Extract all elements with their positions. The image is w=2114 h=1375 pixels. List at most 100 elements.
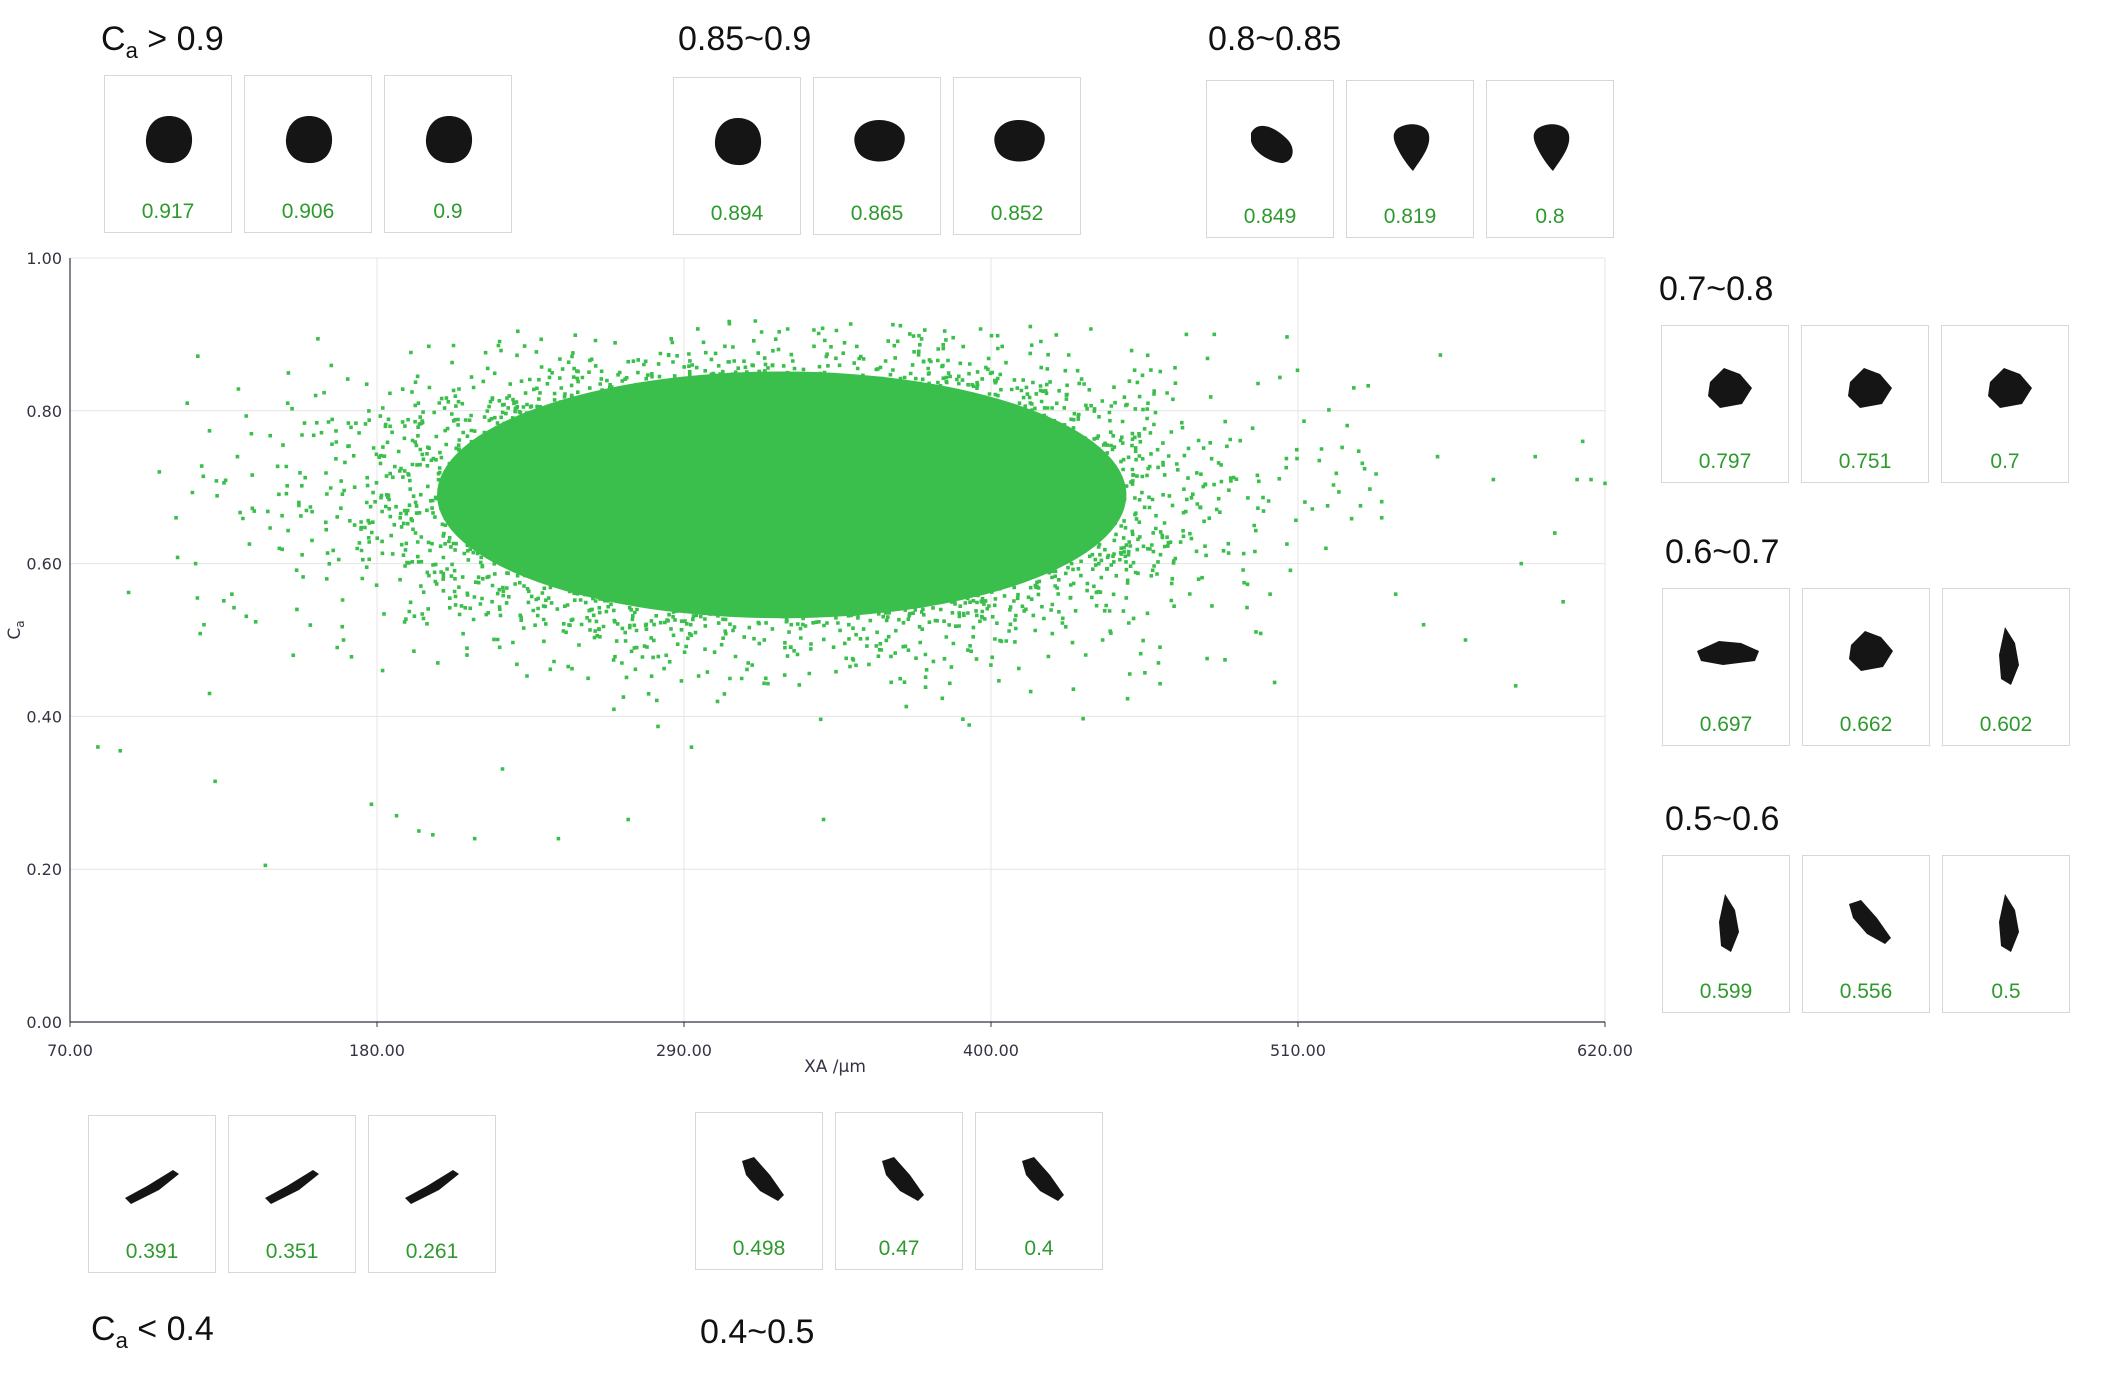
particle-thumbnail: 0.47 bbox=[835, 1112, 963, 1270]
particle-image bbox=[1251, 125, 1293, 163]
particle-thumbnail: 0.697 bbox=[1662, 588, 1790, 746]
particle-image bbox=[125, 1170, 179, 1204]
particle-thumbnail: 0.849 bbox=[1206, 80, 1334, 238]
particle-image bbox=[1988, 368, 2032, 408]
scatter-point bbox=[1212, 332, 1217, 337]
particle-value: 0.391 bbox=[125, 1240, 179, 1263]
particle-thumbnail: 0.894 bbox=[673, 77, 801, 235]
particle-thumbnail: 0.4 bbox=[975, 1112, 1103, 1270]
thumb-row-g08: 0.849 0.819 0.8 bbox=[1206, 80, 1614, 238]
group-title-glt04: Ca < 0.4 bbox=[91, 1310, 214, 1354]
particle-silhouette bbox=[1999, 894, 2019, 952]
particle-value: 0.662 bbox=[1839, 713, 1893, 736]
scatter-point bbox=[249, 431, 254, 436]
group-title-g05: 0.5~0.6 bbox=[1665, 800, 1779, 839]
particle-thumbnail: 0.351 bbox=[228, 1115, 356, 1273]
group-label: 0.4~0.5 bbox=[700, 1313, 815, 1351]
particle-thumbnail: 0.8 bbox=[1486, 80, 1614, 238]
particle-image bbox=[854, 119, 905, 162]
particle-thumbnail: 0.797 bbox=[1661, 325, 1789, 483]
scatter-point bbox=[431, 833, 435, 837]
particle-value: 0.498 bbox=[732, 1237, 786, 1260]
particle-thumbnail: 0.819 bbox=[1346, 80, 1474, 238]
scatter-point bbox=[369, 802, 374, 807]
particle-value: 0.599 bbox=[1699, 980, 1753, 1003]
scatter-point bbox=[1533, 454, 1538, 459]
x-tick-label: 70.00 bbox=[47, 1041, 93, 1060]
particle-image bbox=[1708, 368, 1752, 408]
particle-thumbnail: 0.9 bbox=[384, 75, 512, 233]
particle-value: 0.697 bbox=[1699, 713, 1753, 736]
particle-image bbox=[1719, 894, 1739, 952]
y-tick-label: 0.80 bbox=[26, 402, 62, 421]
thumb-row-g04: 0.498 0.47 0.4 bbox=[695, 1112, 1103, 1270]
particle-value: 0.5 bbox=[1991, 980, 2021, 1003]
particle-silhouette bbox=[1848, 368, 1892, 408]
thumb-row-gt09: 0.917 0.906 0.9 bbox=[104, 75, 512, 233]
group-title-g08: 0.8~0.85 bbox=[1208, 20, 1341, 59]
particle-thumbnail: 0.906 bbox=[244, 75, 372, 233]
symbol-c: C bbox=[91, 1310, 116, 1348]
group-title-g06: 0.6~0.7 bbox=[1665, 533, 1779, 572]
particle-silhouette bbox=[1022, 1157, 1064, 1201]
scatter-point bbox=[174, 515, 178, 520]
particle-value: 0.4 bbox=[1024, 1237, 1054, 1260]
scatter-point bbox=[626, 817, 630, 822]
scatter-point bbox=[207, 691, 212, 696]
y-tick-label: 0.20 bbox=[26, 860, 62, 879]
particle-silhouette bbox=[854, 119, 905, 162]
particle-image bbox=[1849, 631, 1893, 671]
y-tick-label: 1.00 bbox=[26, 249, 62, 268]
particle-silhouette bbox=[1849, 631, 1893, 671]
axes: 70.00 180.00 290.00 400.00 510.00 620.00 0.00 0… bbox=[26, 249, 1633, 1060]
group-label: 0.9 bbox=[176, 20, 224, 58]
particle-image bbox=[714, 118, 762, 166]
particle-image bbox=[425, 116, 473, 164]
scatter-point bbox=[1435, 454, 1440, 459]
particle-silhouette bbox=[1533, 124, 1570, 171]
scatter-point bbox=[157, 470, 162, 474]
scatter-point bbox=[291, 653, 296, 658]
particle-image bbox=[1999, 627, 2019, 685]
particle-image bbox=[1022, 1157, 1064, 1201]
scatter-point bbox=[1324, 546, 1328, 551]
group-prefix: > bbox=[147, 20, 177, 58]
particle-silhouette bbox=[882, 1157, 924, 1201]
particle-thumbnail: 0.865 bbox=[813, 77, 941, 235]
particle-thumbnail: 0.5 bbox=[1942, 855, 2070, 1013]
scatter-point bbox=[1100, 638, 1105, 642]
scatter-point bbox=[1561, 600, 1565, 604]
particle-value: 0.556 bbox=[1839, 980, 1893, 1003]
particle-silhouette bbox=[1999, 627, 2019, 685]
scatter-point bbox=[96, 745, 100, 749]
particle-silhouette bbox=[1988, 368, 2032, 408]
thumb-row-g07: 0.797 0.751 0.7 bbox=[1661, 325, 2069, 483]
particle-thumbnail: 0.391 bbox=[88, 1115, 216, 1273]
scatter-point bbox=[277, 546, 282, 551]
scatter-point bbox=[1552, 531, 1557, 535]
particle-silhouette bbox=[714, 118, 762, 166]
group-title-g085: 0.85~0.9 bbox=[678, 20, 811, 59]
particle-value: 0.261 bbox=[405, 1240, 459, 1263]
scatter-point bbox=[821, 817, 826, 822]
scatter-point bbox=[313, 393, 318, 398]
particle-silhouette bbox=[1393, 124, 1430, 171]
particle-image bbox=[994, 119, 1045, 162]
particle-image bbox=[1849, 900, 1891, 944]
scatter-point bbox=[1589, 477, 1593, 482]
scatter-point bbox=[1184, 332, 1189, 337]
x-axis-label: XA /μm bbox=[804, 1057, 866, 1077]
particle-thumbnail: 0.917 bbox=[104, 75, 232, 233]
scatter-point bbox=[1393, 592, 1398, 596]
scatter-point bbox=[235, 454, 240, 459]
particle-value: 0.906 bbox=[281, 200, 335, 223]
particle-silhouette bbox=[1849, 900, 1891, 944]
particle-value: 0.894 bbox=[710, 202, 764, 225]
group-label: 0.7~0.8 bbox=[1659, 270, 1774, 308]
particle-silhouette bbox=[145, 116, 193, 164]
particle-image bbox=[145, 116, 193, 164]
scatter-point bbox=[118, 748, 123, 753]
thumb-row-glt04: 0.391 0.351 0.261 bbox=[88, 1115, 496, 1273]
particle-thumbnail: 0.7 bbox=[1941, 325, 2069, 483]
y-tick-label: 0.40 bbox=[26, 707, 62, 726]
